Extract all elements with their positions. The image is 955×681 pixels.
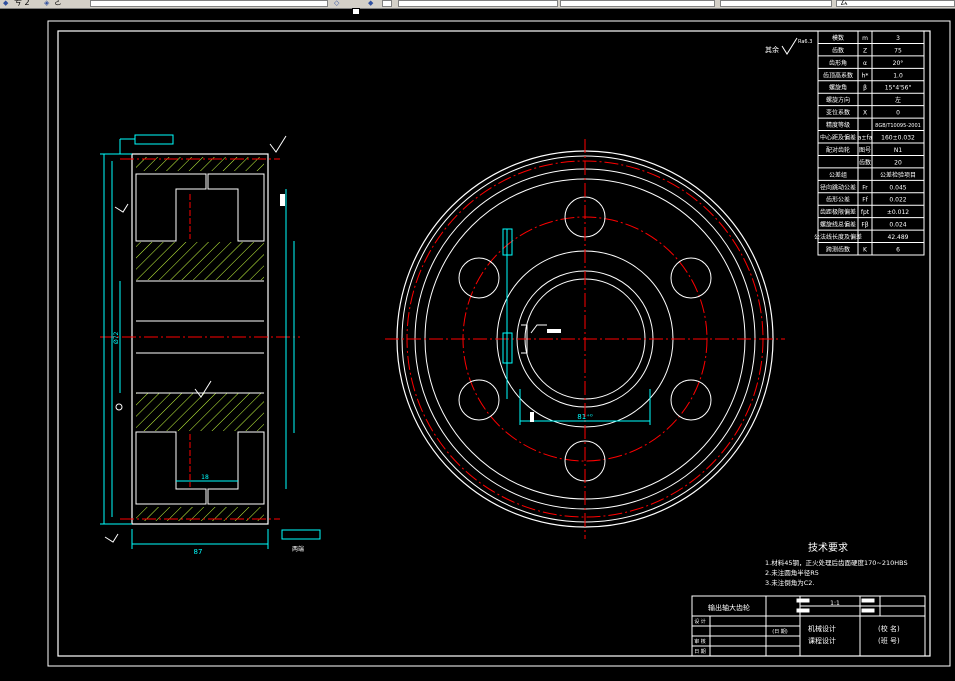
drawing-canvas[interactable]: 87 18 两端 Ø72 81⁺⁰ 其余 Ra6.3 模数 m 3 齿数 Z 7… bbox=[0, 9, 955, 677]
gear-parameter-table: 模数 m 3 齿数 Z 75 齿形角 α 20° 齿顶高系数 h* 1.0 螺旋角 β 15°4'56" 螺旋… bbox=[814, 30, 925, 256]
param-cell-5-2: 左 bbox=[895, 96, 901, 104]
gear-front-view: 81⁺⁰ bbox=[385, 139, 785, 539]
cad-drawing-svg: 87 18 两端 Ø72 81⁺⁰ 其余 Ra6.3 模数 m 3齿数 Z 75… bbox=[47, 20, 951, 667]
toolbar-label-2: ㄛ bbox=[54, 0, 62, 7]
param-cell-9-0: 配对齿轮 bbox=[826, 146, 850, 154]
param-cell-10-2: 20 bbox=[894, 159, 902, 166]
hatch-web-top bbox=[136, 242, 264, 280]
dim-bore: Ø72 bbox=[113, 331, 120, 344]
param-cell-4-2: 15°4'56" bbox=[885, 85, 912, 92]
param-cell-13-1: Ff bbox=[862, 197, 868, 204]
param-cell-17-2: 6 bbox=[896, 247, 900, 254]
param-cell-8-2: 160±0.032 bbox=[881, 135, 915, 142]
param-cell-9-1: 图号 bbox=[859, 147, 871, 154]
tech-req-line-1: 1.材料45钢，正火处理后齿面硬度170~210HBS bbox=[765, 558, 908, 567]
roughness-note: 其余 Ra6.3 bbox=[765, 37, 812, 55]
match-properties-icon[interactable]: ◆ bbox=[368, 0, 376, 7]
dim-hub: 18 bbox=[201, 474, 209, 481]
param-cell-8-0: 中心距及偏差 bbox=[820, 134, 856, 142]
param-cell-16-2: 42.489 bbox=[888, 234, 909, 241]
param-cell-15-1: Fβ bbox=[861, 222, 868, 229]
param-cell-7-2: 8GB/T10095-2001 bbox=[875, 123, 921, 129]
param-cell-12-1: Fr bbox=[862, 184, 868, 191]
param-cell-17-0: 跨测齿数 bbox=[826, 246, 850, 254]
cad-toolbar: ◆ ㄘ 2 ◈ ㄛ ◇ ◆ ㄙ bbox=[0, 0, 955, 9]
param-cell-2-1: α bbox=[863, 60, 867, 67]
param-cell-1-0: 齿数 bbox=[832, 46, 844, 54]
course-line-2: 课程设计 bbox=[808, 636, 836, 645]
tech-req-line-3: 3.未注倒角为C2. bbox=[765, 578, 814, 587]
technical-requirements: 技术要求 1.材料45钢，正火处理后齿面硬度170~210HBS 2.未注圆角半… bbox=[765, 541, 908, 587]
param-cell-7-0: 精度等级 bbox=[826, 121, 850, 129]
row-date: 日 期 bbox=[694, 649, 706, 655]
param-cell-12-0: 径向跳动公差 bbox=[820, 183, 856, 191]
param-cell-2-2: 20° bbox=[893, 60, 904, 67]
note-both-ends: 两端 bbox=[292, 545, 304, 553]
param-cell-14-2: ±0.012 bbox=[887, 209, 909, 216]
param-cell-17-1: K bbox=[863, 247, 868, 254]
tech-req-line-2: 2.未注圆角半径R5 bbox=[765, 568, 819, 577]
param-cell-3-2: 1.0 bbox=[893, 72, 903, 79]
properties-icon[interactable]: ◈ bbox=[44, 0, 52, 7]
svg-text:其余: 其余 bbox=[765, 45, 779, 54]
color-dropdown[interactable] bbox=[398, 0, 558, 7]
tech-req-heading: 技术要求 bbox=[808, 541, 848, 554]
param-cell-9-2: N1 bbox=[894, 147, 902, 154]
param-cell-15-2: 0.024 bbox=[889, 222, 906, 229]
param-cell-14-1: fpt bbox=[861, 209, 870, 216]
param-cell-4-1: β bbox=[863, 85, 867, 92]
school-name: (校 名) bbox=[878, 624, 900, 633]
param-cell-8-1: a±fa bbox=[858, 135, 873, 142]
param-cell-11-2: 公差检验项目 bbox=[880, 171, 916, 179]
param-cell-1-1: Z bbox=[863, 47, 867, 54]
param-cell-13-0: 齿形公差 bbox=[826, 196, 850, 204]
toolbar-label-3: ㄙ bbox=[840, 0, 848, 7]
param-cell-6-1: X bbox=[863, 110, 867, 117]
class-number: (班 号) bbox=[878, 636, 900, 645]
gear-section-view: 87 18 两端 Ø72 bbox=[100, 134, 321, 556]
layer-dropdown[interactable] bbox=[90, 0, 328, 7]
layer-state-icon[interactable]: ◇ bbox=[334, 0, 342, 7]
param-cell-0-1: m bbox=[862, 35, 868, 42]
course-line-1: 机械设计 bbox=[808, 624, 836, 633]
param-cell-14-0: 齿距极限偏差 bbox=[820, 208, 856, 216]
param-cell-13-2: 0.022 bbox=[889, 197, 906, 204]
param-cell-12-2: 0.045 bbox=[889, 184, 906, 191]
param-cell-11-0: 公差组 bbox=[829, 171, 847, 179]
row-reviewer: 审 核 bbox=[694, 638, 706, 645]
hatch-web-bottom bbox=[136, 393, 264, 431]
param-cell-1-2: 75 bbox=[894, 47, 902, 54]
drawing-scale: 1:1 bbox=[830, 600, 840, 607]
param-cell-10-1: 齿数 bbox=[859, 158, 871, 166]
param-cell-3-0: 齿顶高系数 bbox=[823, 71, 853, 79]
dim-width: 87 bbox=[194, 548, 203, 556]
param-cell-0-0: 模数 bbox=[832, 34, 844, 42]
param-cell-4-0: 螺旋角 bbox=[829, 84, 847, 92]
drawing-title: 输出轴大齿轮 bbox=[708, 603, 750, 612]
param-cell-6-2: 0 bbox=[896, 110, 900, 117]
row-designer: 设 计 bbox=[694, 618, 706, 625]
param-cell-6-0: 变位系数 bbox=[826, 109, 850, 117]
layer-icon[interactable]: ◆ bbox=[3, 0, 11, 7]
param-cell-3-1: h* bbox=[862, 72, 869, 79]
param-cell-2-0: 齿形角 bbox=[829, 59, 847, 67]
sheet-label: (日 期) bbox=[772, 629, 788, 635]
param-cell-5-0: 螺旋方向 bbox=[826, 96, 850, 104]
linetype-dropdown[interactable] bbox=[560, 0, 715, 7]
param-cell-16-0: 公法线长度及偏差 bbox=[814, 233, 862, 241]
toolbar-label-1: ㄘ 2 bbox=[14, 0, 30, 7]
svg-text:Ra6.3: Ra6.3 bbox=[798, 39, 812, 45]
param-cell-0-2: 3 bbox=[896, 35, 900, 42]
plotstyle-dropdown[interactable] bbox=[836, 0, 955, 7]
dim-key: 81⁺⁰ bbox=[577, 413, 593, 421]
toolbar-separator bbox=[382, 0, 392, 7]
lineweight-dropdown[interactable] bbox=[720, 0, 832, 7]
param-cell-15-0: 螺旋线总偏差 bbox=[820, 221, 856, 229]
